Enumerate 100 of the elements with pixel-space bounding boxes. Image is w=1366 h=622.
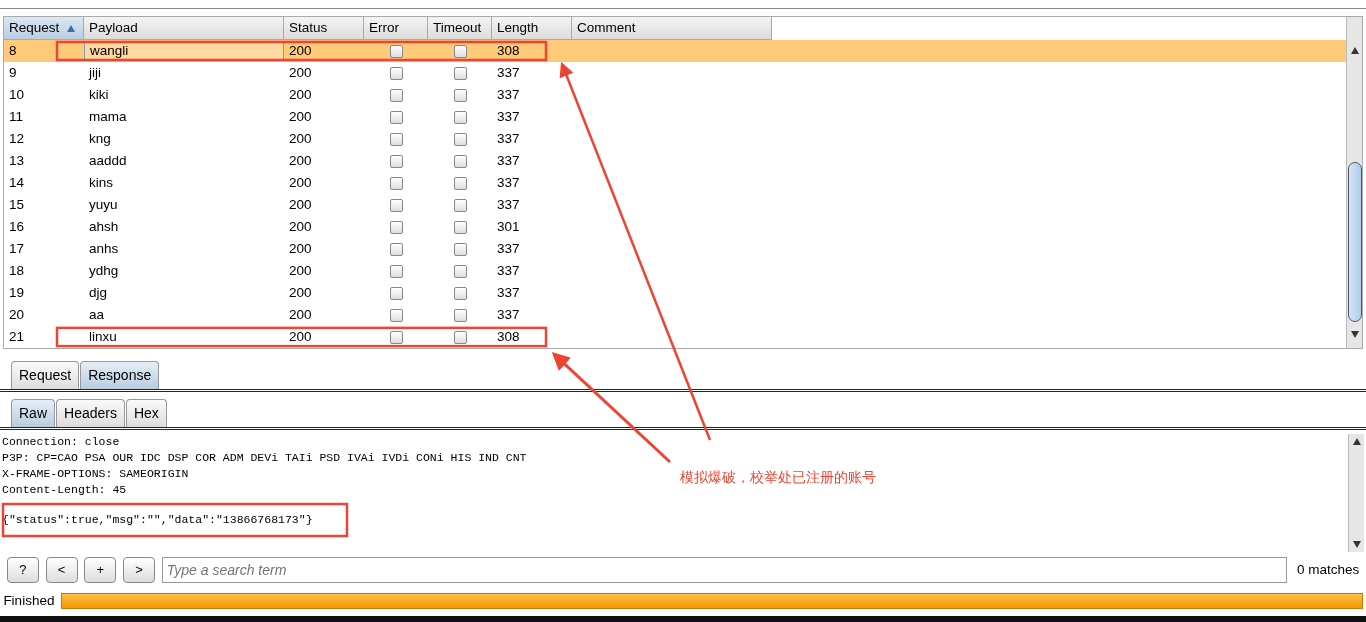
checkbox[interactable]: [389, 264, 403, 278]
checkbox[interactable]: [389, 308, 403, 322]
table-cell-text: 200: [288, 283, 313, 302]
table-cell-text: 9: [8, 63, 18, 82]
checkbox[interactable]: [389, 330, 403, 344]
table-row[interactable]: 9 jiji 200 337: [4, 62, 1346, 84]
table-cell-text: 337: [496, 261, 521, 280]
checkbox[interactable]: [389, 286, 403, 300]
checkbox[interactable]: [453, 176, 467, 190]
table-row[interactable]: 17 anhs 200 337: [4, 238, 1346, 260]
table-cell-text: 200: [288, 173, 313, 192]
table-cell-text: 200: [288, 85, 313, 104]
table-cell-text: kiki: [88, 85, 110, 104]
column-header[interactable]: Request: [4, 17, 84, 40]
checkbox[interactable]: [389, 66, 403, 80]
column-header[interactable]: Comment: [572, 17, 772, 40]
checkbox[interactable]: [453, 154, 467, 168]
table-row[interactable]: 8 wangli 200 308: [4, 40, 1346, 62]
checkbox[interactable]: [453, 308, 467, 322]
search-nav-button[interactable]: ?: [6, 557, 39, 583]
table-row[interactable]: 20 aa 200 337: [4, 304, 1346, 326]
search-nav-button[interactable]: <: [45, 557, 78, 583]
response-header-line: Connection: close: [2, 434, 120, 450]
table-cell-text: 200: [288, 129, 313, 148]
checkbox[interactable]: [389, 198, 403, 212]
column-header[interactable]: Status: [284, 17, 364, 40]
table-cell-text: 301: [496, 217, 521, 236]
checkbox[interactable]: [389, 44, 403, 58]
table-cell-text: anhs: [88, 239, 120, 258]
column-header[interactable]: Error: [364, 17, 428, 40]
table-cell-text: 13: [8, 151, 26, 170]
table-row[interactable]: 13 aaddd 200 337: [4, 150, 1346, 172]
checkbox[interactable]: [389, 176, 403, 190]
checkbox[interactable]: [453, 66, 467, 80]
checkbox[interactable]: [389, 132, 403, 146]
table-cell-text: 337: [496, 107, 521, 126]
table-cell-text: 21: [8, 327, 26, 346]
scroll-down-icon[interactable]: [1352, 541, 1361, 548]
checkbox[interactable]: [453, 132, 467, 146]
search-field[interactable]: Type a search term: [161, 557, 1287, 583]
table-row[interactable]: 12 kng 200 337: [4, 128, 1346, 150]
tab[interactable]: Hex: [125, 399, 167, 427]
checkbox[interactable]: [389, 220, 403, 234]
checkbox[interactable]: [453, 44, 467, 58]
table-row[interactable]: 18 ydhg 200 337: [4, 260, 1346, 282]
checkbox[interactable]: [453, 220, 467, 234]
scroll-up-icon[interactable]: [1350, 47, 1359, 54]
table-row[interactable]: 16 ahsh 200 301: [4, 216, 1346, 238]
table-cell-text: jiji: [87, 63, 102, 82]
tab[interactable]: Headers: [56, 399, 125, 427]
column-header[interactable]: Length: [492, 17, 572, 40]
scroll-down-icon[interactable]: [1350, 331, 1359, 338]
response-header-line: P3P: CP=CAO PSA OUR IDC DSP COR ADM DEVi TAIi PSD IVAi IVDi CONi HIS IND CNT: [2, 450, 527, 466]
table-cell-text: 200: [288, 41, 313, 60]
checkbox[interactable]: [389, 88, 403, 102]
table-row[interactable]: 21 linxu 200 308: [4, 326, 1346, 348]
table-cell-text: 200: [288, 305, 313, 324]
search-nav-button[interactable]: +: [84, 557, 117, 583]
table-cell-text: aa: [88, 305, 106, 324]
sort-ascending-icon: [67, 24, 76, 32]
column-header[interactable]: Timeout: [428, 17, 492, 40]
scrollbar[interactable]: [1346, 17, 1362, 348]
checkbox[interactable]: [389, 110, 403, 124]
checkbox[interactable]: [453, 264, 467, 278]
table-cell-text: 200: [288, 151, 313, 170]
table-cell-text: 20: [8, 305, 26, 324]
table-cell-text: 200: [288, 63, 313, 82]
table-cell-text: 8: [8, 41, 18, 60]
checkbox[interactable]: [453, 88, 467, 102]
checkbox[interactable]: [453, 242, 467, 256]
table-row[interactable]: 15 yuyu 200 337: [4, 194, 1346, 216]
checkbox[interactable]: [453, 286, 467, 300]
tab[interactable]: Request: [11, 361, 80, 389]
column-header[interactable]: Payload: [84, 17, 284, 40]
checkbox[interactable]: [453, 198, 467, 212]
status-label: Finished: [3, 591, 55, 610]
table-cell-text: 10: [8, 85, 26, 104]
search-nav-button[interactable]: >: [123, 557, 155, 583]
table-row[interactable]: 11 mama 200 337: [4, 106, 1346, 128]
checkbox[interactable]: [453, 330, 467, 344]
scroll-thumb[interactable]: [1347, 162, 1362, 322]
table-cell-text: 337: [496, 195, 521, 214]
checkbox[interactable]: [453, 110, 467, 124]
annotation-text: 模拟爆破，校举处已注册的账号: [680, 468, 876, 487]
response-header-line: Content-Length: 45: [2, 482, 127, 498]
table-cell-text: 18: [8, 261, 26, 280]
table-cell-text: mama: [88, 107, 128, 126]
table-cell-text: 308: [496, 327, 521, 346]
tab[interactable]: Raw: [11, 399, 55, 427]
tab[interactable]: Response: [80, 361, 160, 389]
scrollbar[interactable]: [1348, 434, 1364, 552]
table-cell-text: 337: [496, 129, 521, 148]
table-row[interactable]: 19 djg 200 337: [4, 282, 1346, 304]
table-row[interactable]: 10 kiki 200 337: [4, 84, 1346, 106]
scroll-up-icon[interactable]: [1352, 438, 1361, 445]
table-row[interactable]: 14 kins 200 337: [4, 172, 1346, 194]
table-cell-text: 19: [8, 283, 26, 302]
checkbox[interactable]: [389, 242, 403, 256]
table-cell-text: 337: [496, 63, 521, 82]
checkbox[interactable]: [389, 154, 403, 168]
